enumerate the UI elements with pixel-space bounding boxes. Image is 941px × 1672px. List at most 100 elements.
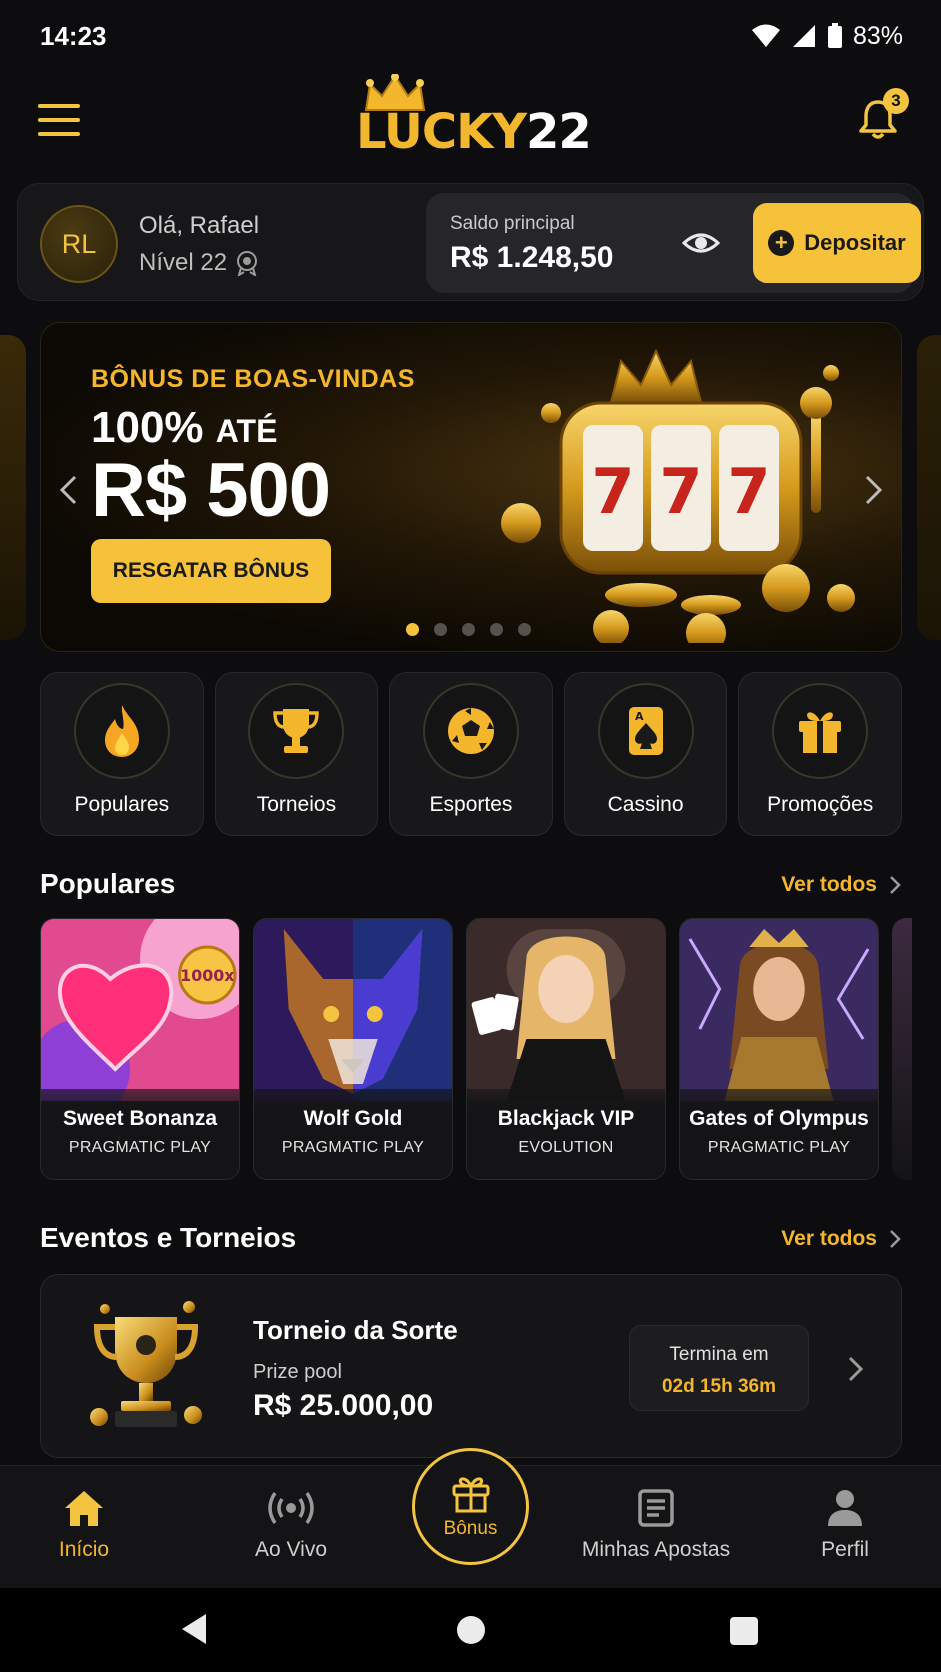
countdown-box: Termina em 02d 15h 36m [629,1325,809,1411]
countdown-label: Termina em [669,1344,769,1365]
game-provider: EVOLUTION [518,1139,614,1156]
system-home-button[interactable] [457,1616,485,1644]
category-label: Promoções [767,793,874,816]
game-badge: 1000x [180,966,235,985]
banner-headline-1: 100% ATÉ [91,403,277,453]
prize-pool-value: R$ 25.000,00 [253,1389,434,1422]
wifi-icon [751,24,781,48]
balance-label: Saldo principal [450,213,575,234]
event-card[interactable]: Torneio da Sorte Prize pool R$ 25.000,00… [40,1274,902,1458]
deposit-button[interactable]: + Depositar [753,203,921,283]
nav-label: Bônus [443,1517,498,1539]
chevron-right-icon [890,876,901,894]
nav-label: Início [58,1538,110,1561]
svg-text:A: A [635,710,644,723]
banner-peek-right[interactable] [917,335,941,640]
event-name: Torneio da Sorte [253,1315,458,1345]
deposit-label: Depositar [804,230,906,255]
logo: LUCKY22 [356,74,592,164]
bet-slip-icon [638,1489,674,1527]
account-card: RL Olá, Rafael Nível 22 Saldo principal … [17,183,924,301]
slot-machine-image: 7 7 7 [501,348,855,643]
game-card[interactable]: Wolf Gold PRAGMATIC PLAY [253,918,453,1180]
playing-card-icon: A [628,707,663,755]
category-promocoes[interactable]: Promoções [738,672,902,836]
level-text: Nível 22 [139,249,228,276]
game-thumbnail [254,919,452,1101]
game-name: Wolf Gold [303,1107,403,1130]
carousel-dot[interactable] [518,623,531,636]
chevron-right-icon [865,475,883,505]
toggle-balance-visibility[interactable] [681,225,721,261]
game-name: Sweet Bonanza [62,1107,218,1130]
game-card[interactable]: Gates of Olympus PRAGMATIC PLAY [679,918,879,1180]
banner-percent: 100% [91,403,204,452]
category-torneios[interactable]: Torneios [214,672,379,836]
system-back-button[interactable] [180,1612,208,1651]
nav-my-bets[interactable]: Minhas Apostas [576,1466,736,1589]
status-bar: 14:23 83% [0,0,941,72]
system-recents-button[interactable] [730,1617,758,1645]
nav-profile[interactable]: Perfil [805,1466,885,1589]
game-card[interactable]: Blackjack VIP EVOLUTION [466,918,666,1180]
plus-icon: + [768,230,795,256]
notifications-button[interactable]: 3 [855,88,909,142]
game-card-peek[interactable] [892,918,912,1180]
trophy-icon [273,709,320,753]
section-title-popular: Populares [40,868,176,899]
notification-badge: 3 [883,88,909,114]
logo-text-number: 22 [526,104,592,160]
greeting: Olá, Rafael [139,212,260,239]
nav-bonus[interactable]: Bônus [412,1448,529,1565]
carousel-dot[interactable] [462,623,475,636]
chevron-right-icon [848,1356,864,1382]
chevron-left-icon [59,475,77,505]
carousel-dot[interactable] [434,623,447,636]
banner-next-button[interactable] [863,473,885,507]
live-broadcast-icon [268,1492,314,1524]
carousel-dot[interactable] [490,623,503,636]
banner-peek-left[interactable] [0,335,26,640]
game-provider: PRAGMATIC PLAY [68,1139,212,1156]
event-open-button[interactable] [847,1355,865,1383]
category-label: Esportes [429,793,513,816]
svg-text:7: 7 [591,455,634,528]
nav-home[interactable]: Início [44,1466,124,1589]
popular-games-list: 1000x Sweet Bonanza PRAGMATIC PLAY Wolf … [40,918,941,1180]
game-card[interactable]: 1000x Sweet Bonanza PRAGMATIC PLAY [40,918,240,1180]
promo-banner[interactable]: 7 7 7 BÔNUS DE BOAS-VINDAS 100% ATÉ R$ 5… [40,322,902,652]
category-label: Torneios [256,793,337,816]
nav-label: Perfil [821,1538,869,1561]
category-populares[interactable]: Populares [40,672,204,836]
category-cassino[interactable]: A Cassino [563,672,728,836]
soccer-ball-icon [447,708,494,754]
home-icon [65,1491,103,1526]
signal-icon [791,24,817,48]
banner-prev-button[interactable] [57,473,79,507]
banner-up-to: ATÉ [215,413,278,449]
category-label: Populares [74,793,170,816]
events-see-all-link[interactable]: Ver todos [781,1227,901,1251]
back-triangle-icon [182,1614,206,1644]
category-label: Cassino [607,793,684,816]
carousel-dot[interactable] [406,623,419,636]
avatar[interactable]: RL [40,205,118,283]
section-title-events: Eventos e Torneios [40,1222,297,1253]
nav-label: Ao Vivo [255,1538,327,1561]
nav-label: Minhas Apostas [581,1538,731,1561]
see-all-label: Ver todos [781,873,877,896]
eye-icon [681,233,721,253]
trophy-image [90,1301,202,1427]
category-esportes[interactable]: Esportes [389,672,553,836]
popular-see-all-link[interactable]: Ver todos [781,873,901,897]
game-name: Blackjack VIP [497,1107,635,1130]
menu-button[interactable] [38,104,80,136]
game-provider: PRAGMATIC PLAY [281,1139,425,1156]
claim-bonus-button[interactable]: RESGATAR BÔNUS [91,539,331,603]
banner-subtitle: BÔNUS DE BOAS-VINDAS [91,365,415,393]
game-thumbnail [467,919,665,1101]
app-header: LUCKY22 3 [0,72,941,168]
nav-live[interactable]: Ao Vivo [241,1466,341,1589]
logo-text-lucky: LUCKY [356,104,527,160]
battery-icon [827,23,843,49]
